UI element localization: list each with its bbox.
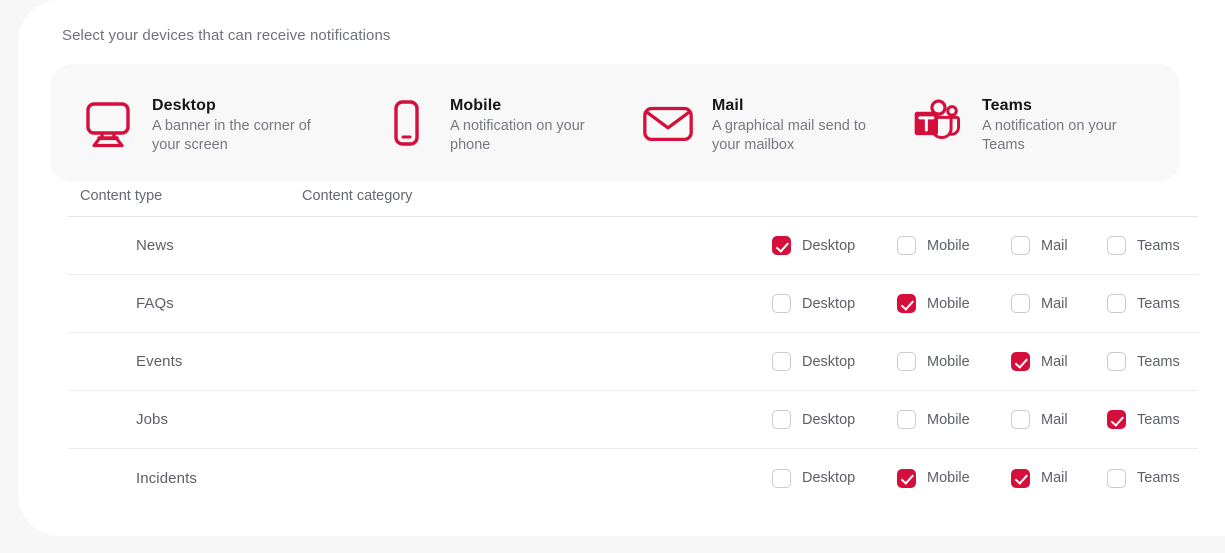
checkbox-label: Desktop (802, 296, 855, 312)
checkbox-label: Mail (1041, 238, 1068, 254)
intro-label: Select your devices that can receive not… (62, 27, 391, 44)
checkbox-empty-icon[interactable] (772, 294, 791, 313)
device-card-mobile: Mobile A notification on your phone (350, 64, 612, 182)
checkbox-empty-icon[interactable] (772, 469, 791, 488)
mail-envelope-icon (640, 94, 696, 152)
channel-checkbox-group: Desktop Mobile Mail Teams (772, 294, 1207, 313)
row-label-content-type: Incidents (136, 470, 197, 487)
checkbox-empty-icon[interactable] (897, 236, 916, 255)
checkbox-checked-icon[interactable] (897, 469, 916, 488)
checkbox-checked-icon[interactable] (897, 294, 916, 313)
device-card-teams: Teams A notification on your Teams (894, 64, 1180, 182)
checkbox-empty-icon[interactable] (1107, 236, 1126, 255)
checkbox-label: Desktop (802, 470, 855, 486)
column-header-content-category: Content category (302, 188, 412, 204)
checkbox-label: Mobile (927, 354, 970, 370)
checkbox-mail-news[interactable]: Mail (1011, 236, 1107, 255)
checkbox-label: Teams (1137, 238, 1180, 254)
device-description: A graphical mail send to your mailbox (712, 117, 894, 154)
table-row: Events Desktop Mobile Mail Teams (68, 333, 1198, 391)
table-row: Jobs Desktop Mobile Mail Teams (68, 391, 1198, 449)
table-row: Incidents Desktop Mobile Mail Teams (68, 449, 1198, 507)
channel-checkbox-group: Desktop Mobile Mail Teams (772, 469, 1207, 488)
device-title: Mail (712, 96, 894, 115)
checkbox-desktop-news[interactable]: Desktop (772, 236, 897, 255)
checkbox-mobile-events[interactable]: Mobile (897, 352, 1011, 371)
checkbox-mobile-incidents[interactable]: Mobile (897, 469, 1011, 488)
channel-checkbox-group: Desktop Mobile Mail Teams (772, 352, 1207, 371)
checkbox-empty-icon[interactable] (772, 410, 791, 429)
row-label-content-type: Events (136, 353, 182, 370)
device-title: Mobile (450, 96, 612, 115)
checkbox-label: Mobile (927, 412, 970, 428)
checkbox-label: Teams (1137, 470, 1180, 486)
checkbox-teams-faqs[interactable]: Teams (1107, 294, 1207, 313)
checkbox-label: Teams (1137, 412, 1180, 428)
checkbox-mobile-news[interactable]: Mobile (897, 236, 1011, 255)
device-description: A banner in the corner of your screen (152, 117, 342, 154)
checkbox-empty-icon[interactable] (1011, 410, 1030, 429)
checkbox-empty-icon[interactable] (897, 352, 916, 371)
mobile-phone-icon (378, 94, 434, 152)
device-card-mail: Mail A graphical mail send to your mailb… (612, 64, 894, 182)
checkbox-empty-icon[interactable] (1011, 294, 1030, 313)
checkbox-label: Teams (1137, 354, 1180, 370)
device-legend-panel: Desktop A banner in the corner of your s… (50, 64, 1180, 182)
checkbox-mail-jobs[interactable]: Mail (1011, 410, 1107, 429)
checkbox-teams-incidents[interactable]: Teams (1107, 469, 1207, 488)
checkbox-label: Mobile (927, 470, 970, 486)
checkbox-mail-incidents[interactable]: Mail (1011, 469, 1107, 488)
checkbox-teams-events[interactable]: Teams (1107, 352, 1207, 371)
checkbox-mail-faqs[interactable]: Mail (1011, 294, 1107, 313)
checkbox-mobile-faqs[interactable]: Mobile (897, 294, 1011, 313)
column-header-content-type: Content type (80, 188, 162, 204)
checkbox-empty-icon[interactable] (897, 410, 916, 429)
checkbox-label: Mail (1041, 296, 1068, 312)
checkbox-label: Desktop (802, 412, 855, 428)
channel-checkbox-group: Desktop Mobile Mail Teams (772, 236, 1207, 255)
checkbox-checked-icon[interactable] (1011, 469, 1030, 488)
checkbox-label: Desktop (802, 354, 855, 370)
row-label-content-type: Jobs (136, 411, 168, 428)
checkbox-label: Mail (1041, 470, 1068, 486)
checkbox-empty-icon[interactable] (1107, 294, 1126, 313)
checkbox-label: Mobile (927, 296, 970, 312)
checkbox-mail-events[interactable]: Mail (1011, 352, 1107, 371)
device-card-desktop: Desktop A banner in the corner of your s… (50, 64, 350, 182)
checkbox-desktop-jobs[interactable]: Desktop (772, 410, 897, 429)
device-title: Desktop (152, 96, 342, 115)
device-title: Teams (982, 96, 1162, 115)
checkbox-label: Mobile (927, 238, 970, 254)
checkbox-empty-icon[interactable] (1011, 236, 1030, 255)
checkbox-desktop-events[interactable]: Desktop (772, 352, 897, 371)
row-label-content-type: News (136, 237, 174, 254)
desktop-monitor-icon (80, 94, 136, 152)
device-description: A notification on your Teams (982, 117, 1162, 154)
microsoft-teams-icon (910, 94, 966, 152)
checkbox-checked-icon[interactable] (772, 236, 791, 255)
checkbox-desktop-incidents[interactable]: Desktop (772, 469, 897, 488)
checkbox-checked-icon[interactable] (1011, 352, 1030, 371)
checkbox-checked-icon[interactable] (1107, 410, 1126, 429)
checkbox-teams-jobs[interactable]: Teams (1107, 410, 1207, 429)
checkbox-label: Mail (1041, 354, 1068, 370)
checkbox-empty-icon[interactable] (1107, 352, 1126, 371)
checkbox-mobile-jobs[interactable]: Mobile (897, 410, 1011, 429)
device-description: A notification on your phone (450, 117, 612, 154)
checkbox-label: Mail (1041, 412, 1068, 428)
table-row: FAQs Desktop Mobile Mail Teams (68, 275, 1198, 333)
checkbox-teams-news[interactable]: Teams (1107, 236, 1207, 255)
table-row: News Desktop Mobile Mail Teams (68, 217, 1198, 275)
checkbox-empty-icon[interactable] (772, 352, 791, 371)
checkbox-label: Teams (1137, 296, 1180, 312)
notification-settings-card: Select your devices that can receive not… (18, 0, 1225, 536)
checkbox-label: Desktop (802, 238, 855, 254)
notification-table-body: News Desktop Mobile Mail Teams FAQs Desktop Mob… (50, 217, 1198, 507)
table-header-row: Content type Content category (50, 188, 1198, 218)
checkbox-empty-icon[interactable] (1107, 469, 1126, 488)
checkbox-desktop-faqs[interactable]: Desktop (772, 294, 897, 313)
channel-checkbox-group: Desktop Mobile Mail Teams (772, 410, 1207, 429)
row-label-content-type: FAQs (136, 295, 174, 312)
